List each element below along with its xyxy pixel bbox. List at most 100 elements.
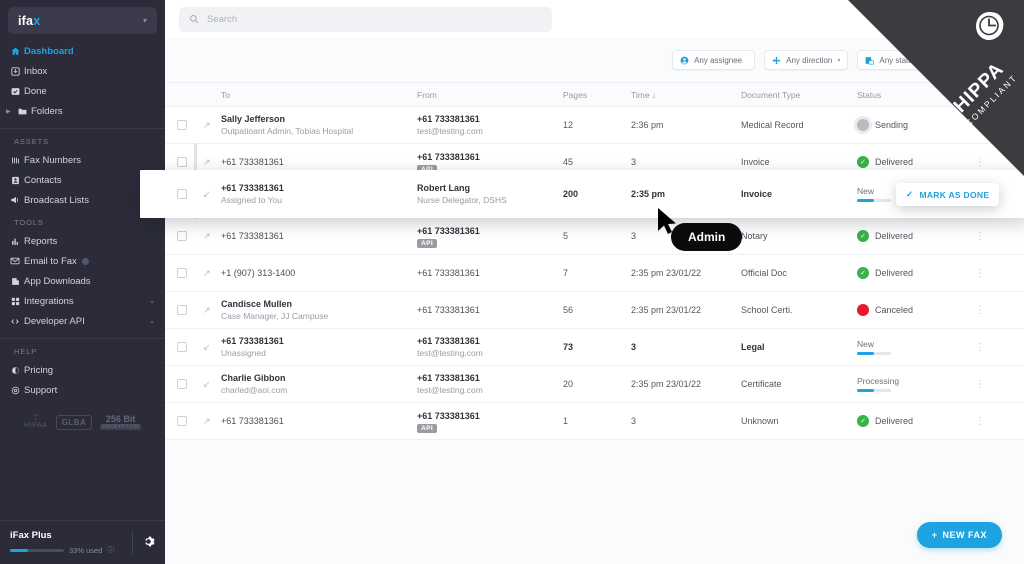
sidebar-item-pricing[interactable]: Pricing bbox=[0, 360, 165, 380]
from-secondary: Nurse Delegator, DSHS bbox=[417, 195, 507, 205]
row-checkbox[interactable] bbox=[177, 305, 187, 315]
search-bar[interactable] bbox=[179, 6, 552, 32]
sidebar-item-label: Broadcast Lists bbox=[24, 194, 89, 206]
sidebar-item-done[interactable]: Done bbox=[0, 81, 165, 101]
done-icon bbox=[6, 87, 24, 96]
table-row[interactable]: ↙ Charlie Gibbon charled@aoi.com +61 733381… bbox=[165, 366, 1024, 403]
sidebar-item-integrations[interactable]: Integrations ⌄ bbox=[0, 291, 165, 311]
to-secondary: Assigned to You bbox=[221, 195, 282, 205]
to-primary: +61 733381361 bbox=[221, 231, 284, 241]
gear-icon[interactable] bbox=[142, 535, 155, 551]
row-checkbox-cell bbox=[177, 231, 203, 241]
row-checkbox[interactable] bbox=[177, 157, 187, 167]
row-overflow-menu[interactable]: ⋮ bbox=[967, 416, 993, 427]
status-label: Delivered bbox=[875, 231, 914, 241]
sidebar-item-support[interactable]: Support bbox=[0, 380, 165, 400]
cell-to: Charlie Gibbon charled@aoi.com bbox=[221, 372, 417, 396]
status-badge: ✓ Delivered bbox=[857, 267, 967, 279]
row-checkbox[interactable] bbox=[177, 120, 187, 130]
info-icon[interactable]: ⓘ bbox=[107, 545, 114, 555]
table-row[interactable]: ↗ +61 733381361 +61 733381361 API 1 3 Unknown ✓… bbox=[165, 403, 1024, 440]
from-primary: +61 733381361 bbox=[417, 114, 480, 124]
hipaa-mark-icon: ⊤ bbox=[31, 413, 40, 423]
column-header-to[interactable]: To bbox=[221, 90, 417, 100]
column-header-document-type[interactable]: Document Type bbox=[741, 90, 857, 100]
from-primary: +61 733381361 bbox=[417, 336, 480, 346]
sidebar-item-dashboard[interactable]: Dashboard bbox=[0, 41, 165, 61]
row-checkbox[interactable] bbox=[177, 231, 187, 241]
table-body: ↗ Sally Jefferson Outpatioant Admin, Tobia… bbox=[165, 107, 1024, 440]
sidebar-item-label: Support bbox=[24, 384, 58, 396]
plan-name: iFax Plus bbox=[10, 530, 52, 541]
column-header-time[interactable]: Time ↓ bbox=[631, 90, 741, 100]
from-primary: Robert Lang bbox=[417, 183, 470, 193]
search-input[interactable] bbox=[207, 13, 542, 25]
sidebar-item-reports[interactable]: Reports bbox=[0, 231, 165, 251]
table-row[interactable]: ↗ Candisce Mullen Case Manager, JJ Campuse… bbox=[165, 292, 1024, 329]
new-fax-button[interactable]: + NEW FAX bbox=[916, 522, 1002, 548]
filter-any-assignee[interactable]: Any assignee bbox=[672, 50, 756, 70]
table-header-row: To From Pages Time ↓ Document Type Statu… bbox=[165, 83, 1024, 107]
table-row[interactable]: ↗ +61 733381361 +61 733381361 API 5 3 Notary ✓ D… bbox=[165, 218, 1024, 255]
row-overflow-menu[interactable]: ⋮ bbox=[967, 342, 993, 353]
row-overflow-menu[interactable]: ⋮ bbox=[967, 268, 993, 279]
column-header-status[interactable]: Status bbox=[857, 90, 967, 100]
row-checkbox-cell bbox=[177, 342, 203, 352]
table-row[interactable]: ↙ +61 733381361 Unassigned +61 733381361 tes… bbox=[165, 329, 1024, 366]
filter-any-direction[interactable]: Any direction ▾ bbox=[764, 50, 849, 70]
cell-status: ✓ Delivered bbox=[857, 267, 967, 279]
cell-time: 2:35 pm 23/01/22 bbox=[631, 305, 702, 315]
table-row[interactable]: ↗ Sally Jefferson Outpatioant Admin, Tobia… bbox=[165, 107, 1024, 144]
row-checkbox[interactable] bbox=[177, 268, 187, 278]
sidebar-item-email-to-fax[interactable]: Email to Fax bbox=[0, 251, 165, 271]
sidebar-item-app-downloads[interactable]: App Downloads bbox=[0, 271, 165, 291]
code-icon bbox=[6, 317, 24, 326]
chevron-down-icon: ▾ bbox=[142, 16, 147, 25]
row-overflow-menu[interactable]: ⋮ bbox=[967, 379, 993, 390]
plus-icon: + bbox=[931, 530, 938, 540]
envelope-icon bbox=[6, 256, 24, 266]
sidebar-item-fax-numbers[interactable]: Fax Numbers bbox=[0, 150, 165, 170]
calendar-icon bbox=[950, 56, 959, 65]
filter-any-status[interactable]: Any status ▾ bbox=[857, 50, 933, 70]
sidebar-item-label: Integrations bbox=[24, 295, 74, 307]
table-row[interactable]: ↗ +1 (907) 313-1400 +61 733381361 7 2:35 pm … bbox=[165, 255, 1024, 292]
mark-as-done-tooltip[interactable]: ✓ MARK AS DONE bbox=[896, 183, 1000, 206]
direction-outbound-icon: ↗ bbox=[203, 415, 211, 426]
cell-to: +61 733381361 Unassigned bbox=[221, 335, 417, 359]
row-overflow-menu[interactable]: ⋮ bbox=[967, 305, 993, 316]
row-checkbox[interactable] bbox=[177, 189, 187, 199]
row-checkbox[interactable] bbox=[177, 416, 187, 426]
filter-all-time[interactable]: All time ▾ bbox=[941, 50, 1006, 70]
cell-from: +61 733381361 API bbox=[417, 410, 563, 433]
status-icon bbox=[865, 56, 875, 65]
filter-label: Any direction bbox=[786, 55, 833, 65]
cell-to: +61 733381361 bbox=[221, 230, 417, 242]
column-header-from[interactable]: From bbox=[417, 90, 563, 100]
to-primary: +61 733381361 bbox=[221, 183, 284, 193]
chevron-down-icon: ⌄ bbox=[149, 298, 155, 305]
sidebar-item-developer-api[interactable]: Developer API ⌄ bbox=[0, 311, 165, 331]
sidebar-item-inbox[interactable]: Inbox bbox=[0, 61, 165, 81]
workspace-switcher[interactable]: ifax ▾ bbox=[8, 7, 157, 34]
to-primary: +61 733381361 bbox=[221, 336, 284, 346]
row-overflow-menu[interactable]: ⋮ bbox=[967, 231, 993, 242]
row-checkbox[interactable] bbox=[177, 342, 187, 352]
status-green-icon: ✓ bbox=[857, 415, 869, 427]
cell-from: +61 733381361 bbox=[417, 267, 563, 279]
from-primary: +61 733381361 bbox=[417, 305, 480, 315]
cell-from: +61 733381361 API bbox=[417, 225, 563, 248]
table-row-highlighted[interactable]: ↙ +61 733381361 Assigned to You Robert L… bbox=[140, 170, 1024, 218]
row-checkbox[interactable] bbox=[177, 379, 187, 389]
contact-icon bbox=[6, 176, 24, 185]
sidebar-item-label: Folders bbox=[31, 105, 63, 117]
to-primary: Candisce Mullen bbox=[221, 299, 293, 309]
sidebar-item-label: Developer API bbox=[24, 315, 85, 327]
sidebar-item-folders[interactable]: ▶ Folders bbox=[0, 101, 165, 121]
row-overflow-menu[interactable]: ⋮ bbox=[967, 157, 993, 168]
cell-pages: 12 bbox=[563, 120, 574, 130]
filter-label: Any assignee bbox=[694, 55, 743, 65]
sidebar-item-label: Dashboard bbox=[24, 45, 74, 57]
column-header-pages[interactable]: Pages bbox=[563, 90, 631, 100]
encryption-bits: 256 Bit bbox=[105, 414, 136, 424]
